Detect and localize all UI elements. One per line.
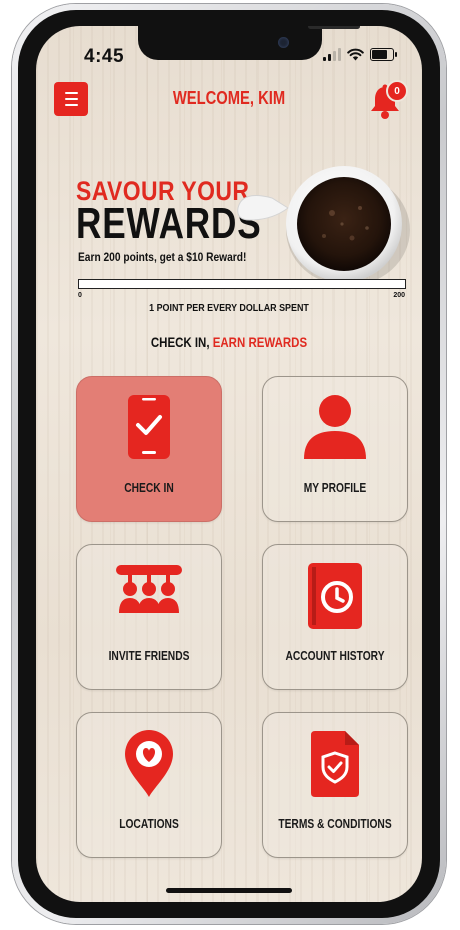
notification-badge: 0 [386, 80, 408, 102]
signal-icon [323, 48, 341, 61]
progress-min-label: 0 [78, 292, 82, 299]
section-title-part2: EARN REWARDS [212, 334, 308, 350]
location-heart-icon [125, 730, 173, 797]
notifications-button[interactable]: 0 [366, 80, 408, 122]
my-profile-tile[interactable]: MY PROFILE [262, 376, 408, 522]
tile-label: LOCATIONS [119, 817, 179, 831]
tile-label: INVITE FRIENDS [108, 649, 190, 663]
tile-label: CHECK IN [124, 481, 174, 495]
clock-book-icon [308, 563, 362, 629]
section-title: CHECK IN, EARN REWARDS [71, 334, 388, 350]
notch [138, 26, 360, 60]
account-history-tile[interactable]: ACCOUNT HISTORY [262, 544, 408, 690]
group-icon [116, 565, 182, 613]
tile-label: TERMS & CONDITIONS [278, 817, 392, 831]
wifi-icon [347, 48, 364, 61]
hero-subtitle: Earn 200 points, get a $10 Reward! [78, 250, 247, 264]
user-icon [304, 395, 366, 459]
page-title: WELCOME, KIM [172, 88, 286, 108]
speaker [308, 26, 360, 29]
battery-icon [370, 48, 397, 61]
terms-conditions-tile[interactable]: TERMS & CONDITIONS [262, 712, 408, 858]
invite-friends-tile[interactable]: INVITE FRIENDS [76, 544, 222, 690]
progress-max-label: 200 [393, 292, 405, 299]
coffee-cup-image [237, 166, 410, 286]
tile-label: MY PROFILE [303, 481, 367, 495]
app-screen: 4:45 WELCOME, KIM 0 SAVOUR YOUR REWARDS … [36, 26, 422, 902]
locations-tile[interactable]: LOCATIONS [76, 712, 222, 858]
tile-label: ACCOUNT HISTORY [285, 649, 385, 663]
section-title-part1: CHECK IN, [150, 334, 213, 350]
phone-check-icon [128, 395, 170, 459]
camera-icon [278, 37, 289, 48]
home-indicator[interactable] [166, 888, 292, 893]
check-in-tile[interactable]: CHECK IN [76, 376, 222, 522]
shield-document-icon [311, 731, 359, 797]
points-rule-text: 1 POINT PER EVERY DOLLAR SPENT [149, 302, 309, 314]
status-time: 4:45 [84, 46, 125, 67]
points-progress-bar [78, 279, 406, 289]
status-icons [323, 48, 397, 61]
